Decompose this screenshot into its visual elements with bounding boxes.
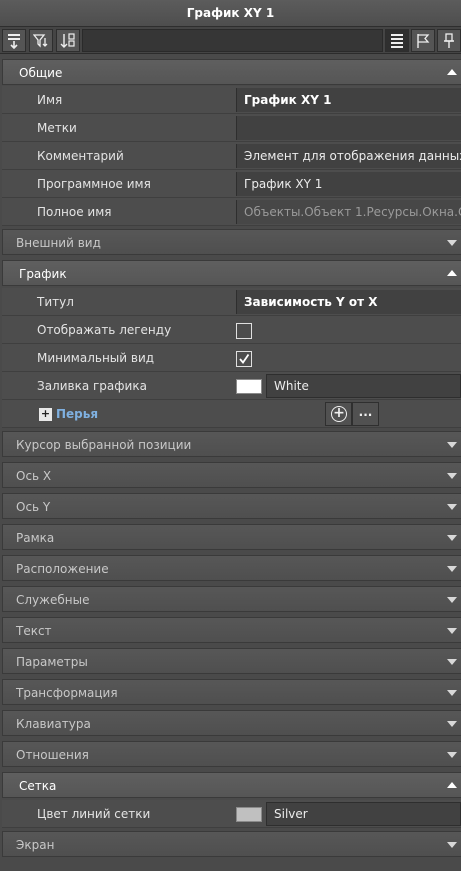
filter-button[interactable] [29,29,53,52]
window-title: График XY 1 [0,0,461,27]
program-name-field[interactable]: График XY 1 [236,172,461,196]
expand-arrow-icon [447,752,457,758]
section-relations-header[interactable]: Отношения [2,741,461,767]
add-circle-icon: + [331,406,347,422]
prop-label: Минимальный вид [37,351,155,365]
sort-down-button[interactable] [2,29,26,52]
section-title: Рамка [16,531,55,545]
pens-link[interactable]: Перья [56,400,98,428]
expand-arrow-icon [447,842,457,848]
section-general-header[interactable]: Общие [2,59,461,85]
list-view-button[interactable] [385,29,409,52]
collapse-arrow-icon [447,69,457,75]
sort-alpha-button[interactable] [56,29,80,52]
fill-color-swatch[interactable] [236,379,262,394]
prop-label: Комментарий [37,149,124,163]
prop-fill: Заливка графика White [2,372,461,400]
grid-color-field[interactable]: Silver [266,802,461,826]
toolbar-search-field[interactable] [82,29,383,52]
section-title: Ось X [16,469,52,483]
show-legend-checkbox[interactable] [236,323,252,339]
section-title: Параметры [16,655,88,669]
expand-arrow-icon [447,566,457,572]
prop-name: Имя График XY 1 [2,86,461,114]
section-title: Клавиатура [16,717,91,731]
section-axis-y-header[interactable]: Ось Y [2,493,461,519]
section-transform-header[interactable]: Трансформация [2,679,461,705]
section-appearance-header[interactable]: Внешний вид [2,229,461,255]
section-title: Отношения [16,748,89,762]
section-text-header[interactable]: Текст [2,617,461,643]
expand-arrow-icon [447,442,457,448]
prop-grid-line-color: Цвет линий сетки Silver [2,800,461,828]
expand-arrow-icon [447,597,457,603]
caption-field[interactable]: Зависимость Y от X [236,290,461,314]
prop-tags: Метки [2,114,461,142]
section-title: Общие [19,66,63,80]
prop-label: Полное имя [37,205,112,219]
comment-field[interactable]: Элемент для отображения данных в вид [236,144,461,168]
section-grid-header[interactable]: Сетка [2,772,461,798]
pin-button[interactable] [437,29,461,52]
expand-arrow-icon [447,240,457,246]
prop-label: Заливка графика [37,379,147,393]
expand-arrow-icon [447,628,457,634]
prop-label: Имя [37,93,63,107]
section-title: Экран [16,838,55,852]
section-title: Расположение [16,562,109,576]
minimal-view-checkbox[interactable] [236,351,252,367]
section-service-header[interactable]: Служебные [2,586,461,612]
section-title: Сетка [19,779,57,793]
prop-program-name: Программное имя График XY 1 [2,170,461,198]
section-frame-header[interactable]: Рамка [2,524,461,550]
section-keyboard-header[interactable]: Клавиатура [2,710,461,736]
prop-minimal-view: Минимальный вид [2,344,461,372]
section-cursor-header[interactable]: Курсор выбранной позиции [2,431,461,457]
full-name-field: Объекты.Объект 1.Ресурсы.Окна.Окно [236,200,461,224]
section-title: Текст [16,624,52,638]
section-title: Внешний вид [16,236,101,250]
expand-arrow-icon [447,473,457,479]
prop-comment: Комментарий Элемент для отображения данн… [2,142,461,170]
expand-arrow-icon [447,535,457,541]
prop-caption: Титул Зависимость Y от X [2,288,461,316]
collapse-arrow-icon [447,782,457,788]
prop-label: Титул [37,295,74,309]
flag-button[interactable] [411,29,435,52]
prop-label: Программное имя [37,177,151,191]
expand-arrow-icon [447,659,457,665]
prop-show-legend: Отображать легенду [2,316,461,344]
section-title: Трансформация [16,686,118,700]
expand-arrow-icon [447,690,457,696]
toolbar [0,27,461,54]
name-field[interactable]: График XY 1 [236,88,461,112]
section-axis-x-header[interactable]: Ось X [2,462,461,488]
expand-arrow-icon [447,721,457,727]
section-title: График [19,267,67,281]
section-title: Курсор выбранной позиции [16,438,192,452]
section-placement-header[interactable]: Расположение [2,555,461,581]
property-grid: Общие Имя График XY 1 Метки Комментарий … [0,56,461,871]
section-parameters-header[interactable]: Параметры [2,648,461,674]
section-chart-header[interactable]: График [2,260,461,286]
prop-label: Отображать легенду [37,323,172,337]
grid-color-swatch[interactable] [236,807,262,822]
section-title: Ось Y [16,500,51,514]
expand-arrow-icon [447,504,457,510]
prop-label: Цвет линий сетки [37,807,151,821]
prop-label: Метки [37,121,77,135]
expand-pens-button[interactable]: + [39,408,52,421]
section-screen-header[interactable]: Экран [2,831,461,857]
fill-color-field[interactable]: White [266,374,461,398]
tags-field[interactable] [236,116,461,140]
add-pen-button[interactable]: + [325,402,352,426]
section-title: Служебные [16,593,90,607]
collapse-arrow-icon [447,270,457,276]
checkmark-icon [239,353,250,364]
prop-pens: + Перья + ... [2,400,461,428]
pens-more-button[interactable]: ... [352,402,379,426]
prop-full-name: Полное имя Объекты.Объект 1.Ресурсы.Окна… [2,198,461,226]
